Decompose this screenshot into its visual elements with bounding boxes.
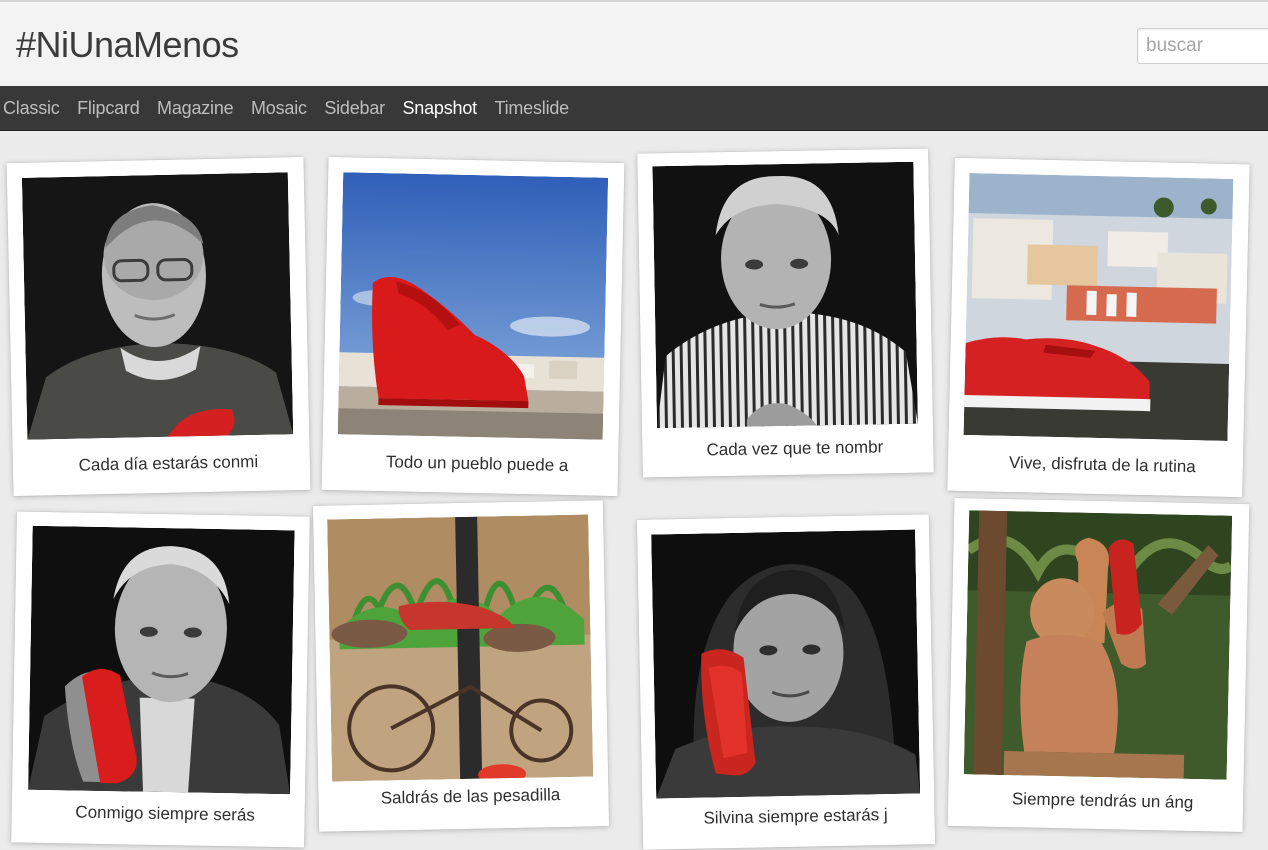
post-caption[interactable]: Todo un pueblo puede a	[322, 450, 618, 478]
view-switcher-nav: Classic Flipcard Magazine Mosaic Sidebar…	[0, 86, 1268, 131]
search-input[interactable]	[1137, 28, 1268, 64]
blog-title[interactable]: #NiUnaMenos	[16, 24, 239, 66]
snapshot-grid: Cada día estarás conmi Todo un pueblo pu…	[0, 131, 1268, 850]
post-caption[interactable]: Vive, disfruta de la rutina	[948, 451, 1243, 480]
nav-item-sidebar[interactable]: Sidebar	[324, 98, 385, 119]
post-card[interactable]: Silvina siempre estarás j	[636, 514, 936, 850]
post-caption[interactable]: Siempre tendrás un áng	[948, 787, 1243, 815]
post-photo[interactable]	[337, 172, 609, 440]
nav-item-snapshot[interactable]: Snapshot	[402, 98, 477, 119]
post-caption[interactable]: Silvina siempre estarás j	[642, 803, 934, 831]
blog-header: #NiUnaMenos	[0, 0, 1268, 86]
nav-item-mosaic[interactable]: Mosaic	[251, 98, 307, 119]
post-card[interactable]: Todo un pueblo puede a	[321, 156, 625, 497]
post-caption[interactable]: Cada vez que te nombr	[642, 435, 933, 462]
view-list: Classic Flipcard Magazine Mosaic Sidebar…	[0, 86, 1268, 131]
post-caption[interactable]: Saldrás de las pesadilla	[318, 783, 608, 811]
post-caption[interactable]: Cada día estarás conmi	[13, 450, 310, 478]
nav-item-timeslide[interactable]: Timeslide	[494, 98, 569, 119]
post-card[interactable]: Saldrás de las pesadilla	[312, 500, 610, 832]
post-card[interactable]: Vive, disfruta de la rutina	[947, 157, 1250, 498]
post-photo[interactable]	[652, 161, 918, 429]
post-photo[interactable]	[327, 514, 594, 782]
post-card[interactable]: Conmigo siempre serás	[11, 511, 310, 848]
post-caption[interactable]: Conmigo siempre serás	[11, 800, 304, 827]
post-card[interactable]: Cada día estarás conmi	[6, 156, 311, 497]
nav-item-classic[interactable]: Classic	[3, 98, 60, 119]
nav-item-magazine[interactable]: Magazine	[157, 98, 234, 119]
post-photo[interactable]	[963, 510, 1233, 780]
post-card[interactable]: Siempre tendrás un áng	[947, 497, 1250, 833]
post-photo[interactable]	[21, 172, 294, 440]
post-photo[interactable]	[963, 173, 1234, 441]
nav-item-flipcard[interactable]: Flipcard	[77, 98, 140, 119]
post-photo[interactable]	[651, 529, 921, 799]
post-card[interactable]: Cada vez que te nombr	[637, 148, 934, 478]
post-photo[interactable]	[28, 525, 295, 795]
